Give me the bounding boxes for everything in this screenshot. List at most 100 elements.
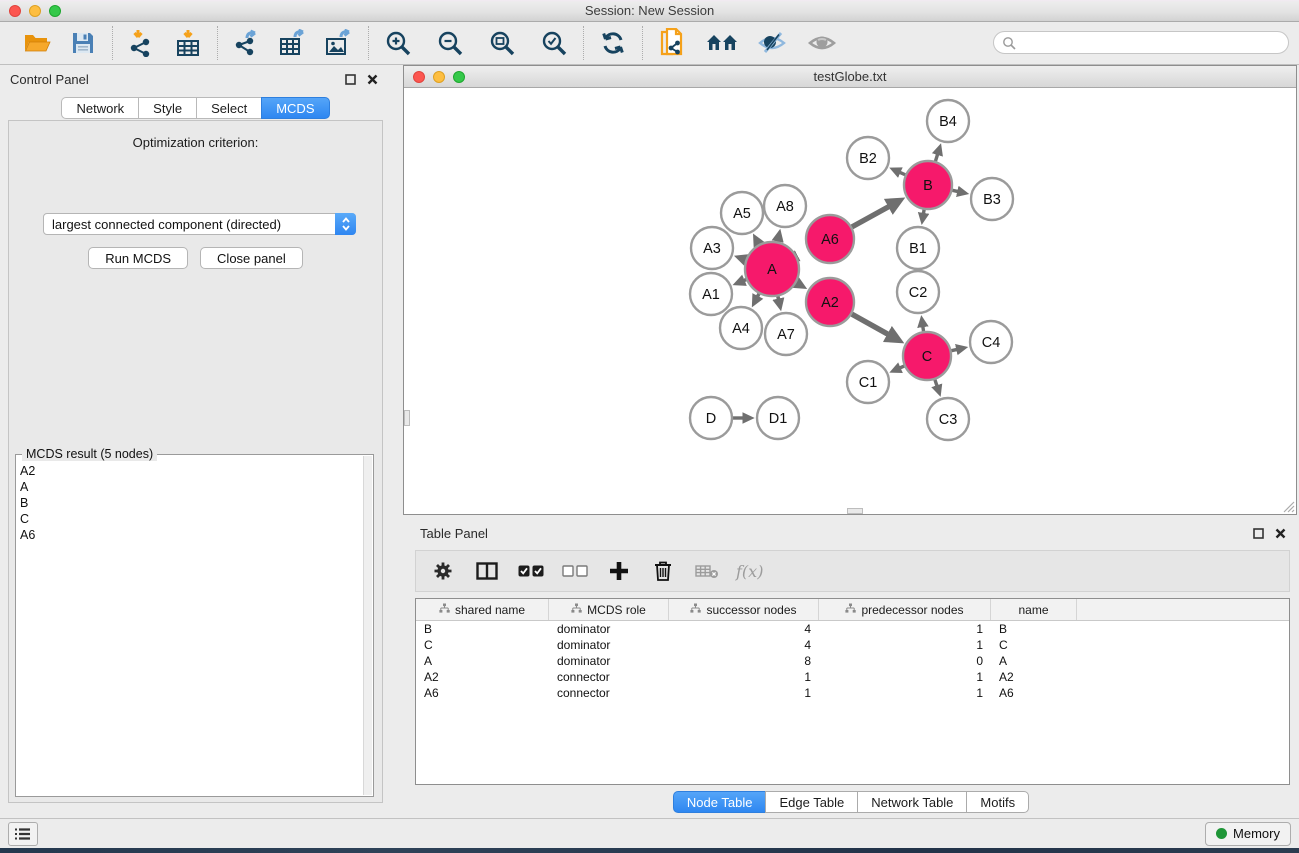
export-network-icon[interactable]: [228, 26, 266, 60]
node-C2[interactable]: C2: [897, 271, 939, 313]
run-mcds-button[interactable]: Run MCDS: [88, 247, 188, 269]
edge-A-A7[interactable]: [778, 296, 779, 300]
table-cell[interactable]: 1: [819, 637, 991, 653]
tab-style[interactable]: Style: [138, 97, 196, 119]
zoom-in-icon[interactable]: [379, 26, 417, 60]
tab-network[interactable]: Network: [61, 97, 138, 119]
deselect-all-checkboxes-icon[interactable]: [560, 556, 590, 586]
tab-edge-table[interactable]: Edge Table: [765, 791, 857, 813]
close-panel-icon[interactable]: [363, 70, 381, 88]
table-cell[interactable]: dominator: [549, 653, 669, 669]
node-A2[interactable]: A2: [806, 278, 854, 326]
gear-icon[interactable]: [428, 556, 458, 586]
save-session-icon[interactable]: [64, 26, 102, 60]
node-A8[interactable]: A8: [764, 185, 806, 227]
edge-A2-C[interactable]: [852, 314, 889, 335]
result-item[interactable]: A2: [20, 463, 363, 479]
network-minimize-button[interactable]: [433, 71, 445, 83]
node-A7[interactable]: A7: [765, 313, 807, 355]
node-B2[interactable]: B2: [847, 137, 889, 179]
table-cell[interactable]: C: [991, 637, 1077, 653]
table-cell[interactable]: connector: [549, 685, 669, 701]
table-close-panel-icon[interactable]: [1271, 524, 1289, 542]
edge-A-A4[interactable]: [757, 294, 759, 297]
tab-mcds[interactable]: MCDS: [261, 97, 329, 119]
refresh-icon[interactable]: [594, 26, 632, 60]
node-A3[interactable]: A3: [691, 227, 733, 269]
first-neighbors-icon[interactable]: [703, 26, 741, 60]
column-header-MCDS-role[interactable]: MCDS role: [549, 599, 669, 620]
result-item[interactable]: A: [20, 479, 363, 495]
close-window-button[interactable]: [9, 5, 21, 17]
table-float-panel-icon[interactable]: [1249, 524, 1267, 542]
column-header-successor-nodes[interactable]: successor nodes: [669, 599, 819, 620]
table-cell[interactable]: 8: [669, 653, 819, 669]
node-B[interactable]: B: [904, 161, 952, 209]
table-cell[interactable]: B: [991, 621, 1077, 637]
mcds-result-list[interactable]: A2ABCA6: [20, 463, 363, 794]
node-C[interactable]: C: [903, 332, 951, 380]
table-cell[interactable]: A2: [416, 669, 549, 685]
node-D[interactable]: D: [690, 397, 732, 439]
node-C1[interactable]: C1: [847, 361, 889, 403]
node-B1[interactable]: B1: [897, 227, 939, 269]
table-cell[interactable]: dominator: [549, 637, 669, 653]
node-C4[interactable]: C4: [970, 321, 1012, 363]
edge-B-B4[interactable]: [935, 154, 937, 161]
edge-C-C4[interactable]: [951, 349, 957, 350]
export-table-icon[interactable]: [274, 26, 312, 60]
table-cell[interactable]: A6: [416, 685, 549, 701]
tab-select[interactable]: Select: [196, 97, 261, 119]
node-A4[interactable]: A4: [720, 307, 762, 349]
edge-A-A1[interactable]: [743, 280, 746, 281]
zoom-out-icon[interactable]: [431, 26, 469, 60]
vertical-scroll-indicator[interactable]: [404, 410, 410, 426]
close-panel-button[interactable]: Close panel: [200, 247, 303, 269]
result-item[interactable]: C: [20, 511, 363, 527]
zoom-fit-icon[interactable]: [483, 26, 521, 60]
tab-motifs[interactable]: Motifs: [966, 791, 1029, 813]
table-cell[interactable]: 1: [669, 685, 819, 701]
edge-C-C2[interactable]: [923, 326, 924, 331]
edge-C-C3[interactable]: [935, 380, 937, 387]
result-item[interactable]: B: [20, 495, 363, 511]
table-cell[interactable]: 1: [819, 685, 991, 701]
column-header-predecessor-nodes[interactable]: predecessor nodes: [819, 599, 991, 620]
table-cell[interactable]: C: [416, 637, 549, 653]
node-B3[interactable]: B3: [971, 178, 1013, 220]
delete-icon[interactable]: [648, 556, 678, 586]
maximize-window-button[interactable]: [49, 5, 61, 17]
result-item[interactable]: A6: [20, 527, 363, 543]
tab-network-table[interactable]: Network Table: [857, 791, 966, 813]
edge-C-C1[interactable]: [899, 366, 904, 368]
column-header-shared-name[interactable]: shared name: [416, 599, 549, 620]
column-header-name[interactable]: name: [991, 599, 1077, 620]
minimize-window-button[interactable]: [29, 5, 41, 17]
select-all-checkboxes-icon[interactable]: [516, 556, 546, 586]
hide-selected-icon[interactable]: [753, 26, 791, 60]
resize-grip-icon[interactable]: [1281, 499, 1295, 513]
delete-table-icon[interactable]: [692, 556, 722, 586]
table-cell[interactable]: 1: [669, 669, 819, 685]
edge-B-B2[interactable]: [899, 172, 905, 175]
table-row[interactable]: A2connector11A2: [416, 669, 1289, 685]
add-column-icon[interactable]: [604, 556, 634, 586]
edge-B-B3[interactable]: [952, 190, 958, 191]
table-cell[interactable]: A: [416, 653, 549, 669]
table-cell[interactable]: 4: [669, 637, 819, 653]
export-image-icon[interactable]: [320, 26, 358, 60]
split-columns-icon[interactable]: [472, 556, 502, 586]
table-row[interactable]: Bdominator41B: [416, 621, 1289, 637]
node-A1[interactable]: A1: [690, 273, 732, 315]
table-cell[interactable]: 4: [669, 621, 819, 637]
memory-button[interactable]: Memory: [1205, 822, 1291, 846]
horizontal-scroll-indicator[interactable]: [847, 508, 863, 514]
table-cell[interactable]: A6: [991, 685, 1077, 701]
show-all-icon[interactable]: [803, 26, 841, 60]
task-history-button[interactable]: [8, 822, 38, 846]
network-canvas[interactable]: B4B2BB3A5A8A6A3B1AA1C2A2A4A7C4CC1C3DD1: [404, 88, 1296, 514]
node-D1[interactable]: D1: [757, 397, 799, 439]
table-row[interactable]: Cdominator41C: [416, 637, 1289, 653]
node-A6[interactable]: A6: [806, 215, 854, 263]
node-B4[interactable]: B4: [927, 100, 969, 142]
